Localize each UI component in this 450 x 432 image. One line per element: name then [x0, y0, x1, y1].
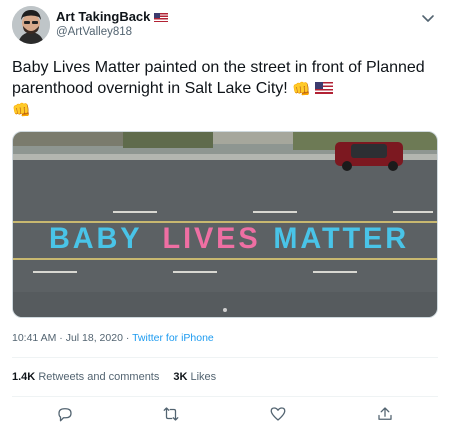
street-word-baby: BABY — [49, 222, 142, 255]
display-name[interactable]: Art TakingBack — [56, 9, 150, 25]
retweets-stat[interactable]: 1.4K Retweets and comments — [12, 371, 159, 383]
avatar-image — [12, 6, 50, 44]
tweet-body: Baby Lives Matter painted on the street … — [12, 59, 425, 97]
likes-stat[interactable]: 3K Likes — [173, 371, 216, 383]
chevron-down-icon[interactable] — [418, 8, 438, 28]
street-painted-text: BABY LIVES MATTER — [49, 222, 409, 255]
tweet-stats: 1.4K Retweets and comments 3K Likes — [12, 371, 216, 383]
media-indicator — [223, 308, 227, 312]
tweet-text: Baby Lives Matter painted on the street … — [12, 57, 438, 120]
tweet-header: Art TakingBack @ArtValley818 — [12, 6, 438, 46]
divider — [12, 357, 438, 358]
fist-emoji: 👊 — [292, 81, 311, 98]
avatar[interactable] — [12, 6, 50, 44]
timestamp[interactable]: 10:41 AM · Jul 18, 2020 — [12, 332, 123, 344]
street-photo: BABY LIVES MATTER — [13, 132, 437, 317]
us-flag-icon — [154, 12, 169, 22]
share-icon[interactable] — [373, 402, 397, 426]
street-word-matter: MATTER — [273, 222, 409, 255]
divider — [12, 396, 438, 397]
street-word-lives: LIVES — [163, 222, 261, 255]
tweet-photo[interactable]: BABY LIVES MATTER — [12, 131, 438, 318]
tweet-card: Art TakingBack @ArtValley818 Baby Lives … — [0, 0, 450, 432]
tweet-meta: 10:41 AM · Jul 18, 2020 · Twitter for iP… — [12, 332, 214, 344]
likes-count: 3K — [173, 371, 188, 383]
us-flag-icon — [315, 82, 334, 94]
handle[interactable]: @ArtValley818 — [56, 25, 168, 40]
retweets-label: Retweets and comments — [38, 371, 160, 383]
fist-emoji: 👊 — [12, 102, 31, 119]
display-name-row[interactable]: Art TakingBack — [56, 9, 169, 25]
meta-separator: · — [125, 332, 130, 344]
action-bar — [0, 402, 450, 426]
retweet-icon[interactable] — [159, 402, 183, 426]
reply-icon[interactable] — [53, 402, 77, 426]
source-link[interactable]: Twitter for iPhone — [132, 332, 214, 344]
author-block: Art TakingBack @ArtValley818 — [56, 9, 169, 40]
like-icon[interactable] — [266, 402, 290, 426]
likes-label: Likes — [190, 371, 217, 383]
retweets-count: 1.4K — [12, 371, 36, 383]
